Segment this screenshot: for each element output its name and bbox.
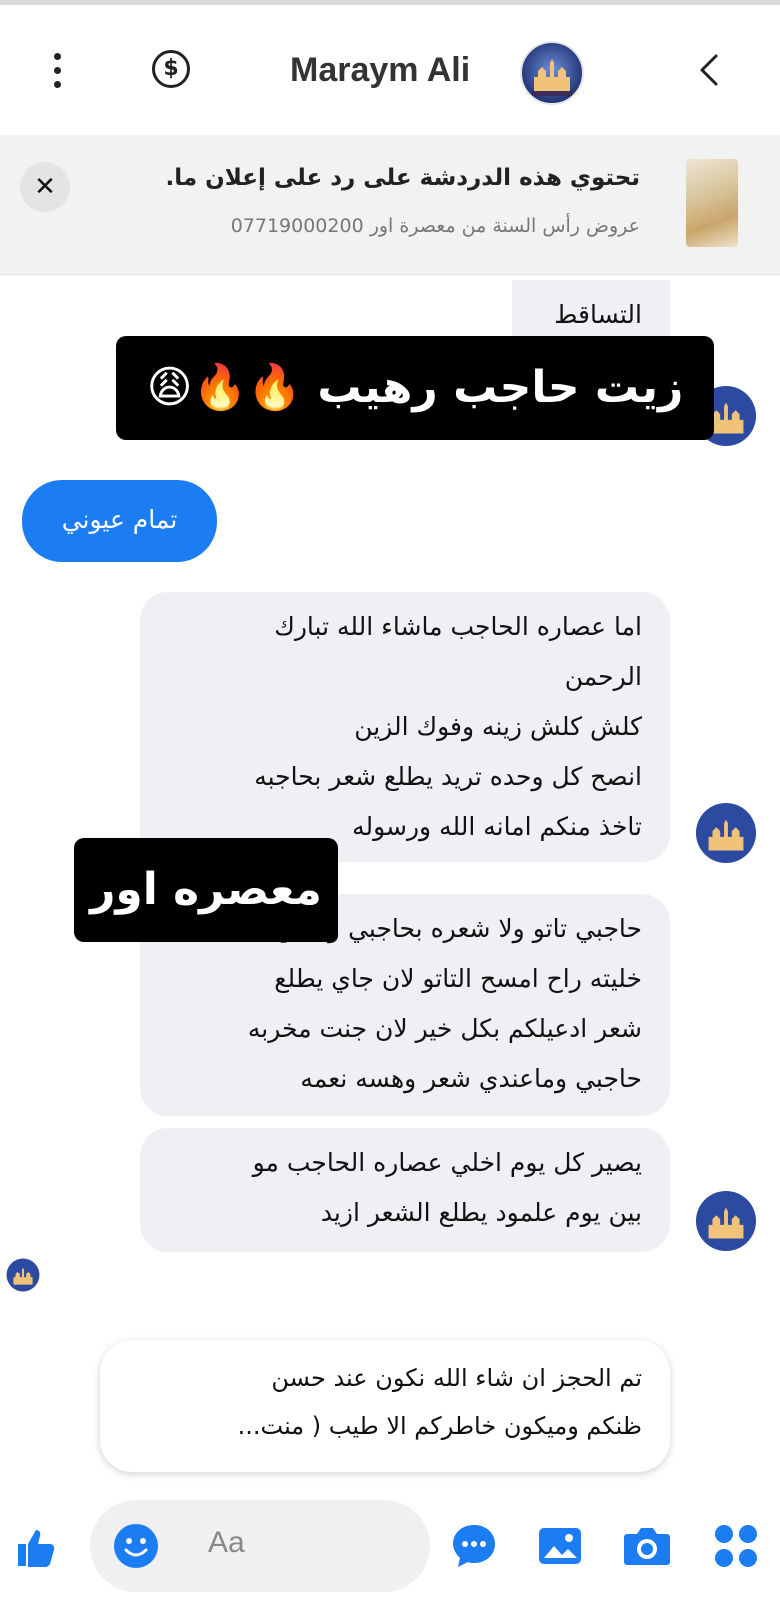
ad-reply-banner: ✕ تحتوي هذه الدردشة على رد على إعلان ما.… — [0, 135, 780, 275]
reply-preview-card[interactable]: تم الحجز ان شاء الله نكون عند حسن ظنكم و… — [100, 1340, 670, 1472]
like-thumbs-up-icon[interactable] — [14, 1524, 60, 1570]
message-text: التساقط — [554, 300, 642, 329]
message-line: تم الحجز ان شاء الله نكون عند حسن — [271, 1364, 642, 1392]
contact-name[interactable]: Maraym Ali — [290, 45, 510, 95]
message-bubble-incoming[interactable]: يصير كل يوم اخلي عصاره الحاجب مو بين يوم… — [140, 1128, 670, 1252]
close-icon[interactable]: ✕ — [20, 162, 70, 212]
payment-dollar-icon[interactable]: $ — [152, 50, 190, 88]
message-bubble-incoming[interactable]: اما عصاره الحاجب ماشاء الله تبارك الرحمن… — [140, 592, 670, 862]
contact-avatar[interactable] — [520, 41, 584, 105]
apps-grid-icon[interactable] — [712, 1522, 760, 1570]
message-input-placeholder: Aa — [208, 1526, 245, 1559]
caption-overlay-top: زيت حاجب رهيب 🔥🔥😩 — [116, 336, 714, 440]
gallery-image-icon[interactable] — [536, 1522, 584, 1570]
more-options-icon[interactable] — [40, 47, 76, 95]
message-line: كلش كلش زينه وفوك الزين — [354, 712, 642, 741]
back-chevron-icon[interactable] — [692, 50, 728, 90]
message-line: بين يوم علمود يطلع الشعر ازيد — [320, 1198, 642, 1227]
message-line: اما عصاره الحاجب ماشاء الله تبارك — [274, 612, 642, 641]
chat-bubble-dots-icon[interactable] — [450, 1522, 498, 1570]
message-line: حاجبي وماعندي شعر وهسه نعمه — [300, 1064, 642, 1093]
emoji-smile-icon[interactable] — [112, 1522, 160, 1570]
caption-overlay-middle: معصره اور — [74, 838, 338, 942]
chat-header: $ Maraym Ali — [0, 5, 780, 135]
message-line: خليته راح امسح التاتو لان جاي يطلع — [274, 964, 642, 993]
message-line: الرحمن — [564, 662, 642, 691]
camera-icon[interactable] — [622, 1522, 672, 1570]
contact-avatar-small — [695, 802, 757, 864]
composer-bar: Aa — [0, 1490, 780, 1600]
message-line: يصير كل يوم اخلي عصاره الحاجب مو — [252, 1148, 642, 1177]
contact-avatar-small — [695, 1190, 757, 1252]
banner-subtitle: عروض رأس السنة من معصرة اور 07719000200 — [230, 215, 640, 237]
ad-thumbnail[interactable] — [686, 159, 738, 247]
message-line: شعر ادعيلكم بكل خير لان جنت مخربه — [247, 1014, 642, 1043]
message-line: ظنكم وميكون خاطركم الا طيب ( منت... — [237, 1412, 642, 1440]
banner-title: تحتوي هذه الدردشة على رد على إعلان ما. — [165, 165, 640, 191]
message-line: انصح كل وحده تريد يطلع شعر بحاجبه — [254, 762, 642, 791]
message-bubble-outgoing[interactable]: تمام عيوني — [22, 480, 217, 562]
read-receipt-avatar — [6, 1258, 40, 1292]
